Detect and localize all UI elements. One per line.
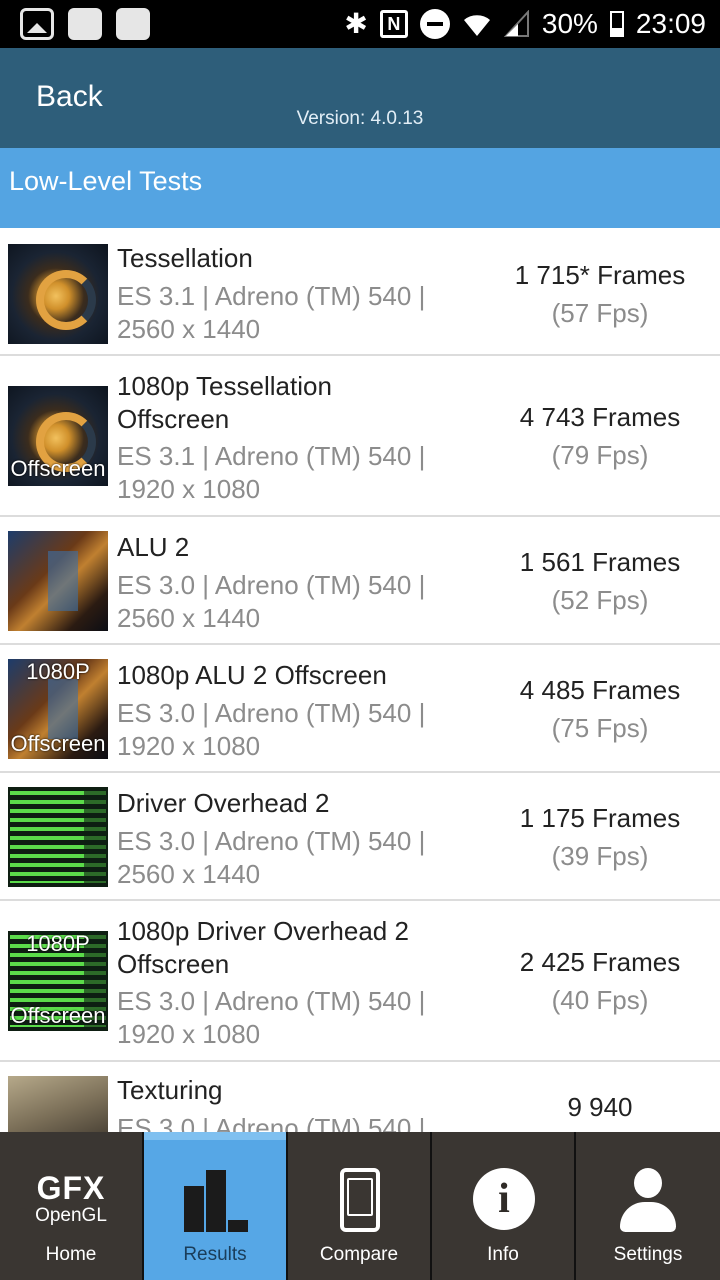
test-subtitle: ES 3.0 | Adreno (TM) 540 | 2560 x 1440	[117, 826, 426, 889]
test-thumbnail: 1080P Offscreen	[8, 931, 108, 1031]
test-score: 1 561 Frames (52 Fps)	[480, 543, 720, 619]
battery-percent: 30%	[541, 8, 598, 39]
test-score: 9 940	[480, 1088, 720, 1126]
image-icon	[20, 8, 54, 40]
frames-value: 1 175 Frames	[519, 803, 681, 833]
bottom-nav: GFX OpenGL Home Results Compare i Info S…	[0, 1132, 720, 1280]
frames-value: 9 940	[567, 1092, 633, 1122]
gfx-logo: GFX OpenGL	[0, 1172, 142, 1225]
notification-icon	[116, 8, 150, 40]
result-row[interactable]: 1080P Offscreen 1080p Driver Overhead 2 …	[0, 901, 720, 1062]
tab-results-label: Results	[183, 1244, 247, 1265]
section-title: Low-Level Tests	[9, 166, 203, 196]
phone-icon	[340, 1168, 380, 1232]
fps-value: (40 Fps)	[551, 985, 649, 1015]
test-subtitle: ES 3.1 | Adreno (TM) 540 | 1920 x 1080	[117, 441, 426, 504]
offscreen-badge: Offscreen	[10, 731, 106, 756]
frames-value: 2 425 Frames	[519, 947, 681, 977]
fps-value: (39 Fps)	[551, 841, 649, 871]
tab-home[interactable]: GFX OpenGL Home	[0, 1132, 144, 1280]
test-thumbnail: 1080P Offscreen	[8, 659, 108, 759]
app-header: Back Version: 4.0.13	[0, 48, 720, 148]
test-thumbnail	[8, 787, 108, 887]
test-subtitle: ES 3.0 | Adreno (TM) 540 | 1920 x 1080	[117, 698, 426, 761]
info-icon: i	[473, 1168, 535, 1230]
result-row[interactable]: Offscreen 1080p Tessellation Offscreen E…	[0, 356, 720, 517]
result-row[interactable]: ALU 2 ES 3.0 | Adreno (TM) 540 | 2560 x …	[0, 517, 720, 645]
test-thumbnail	[8, 531, 108, 631]
test-score: 2 425 Frames (40 Fps)	[480, 943, 720, 1019]
result-row[interactable]: Driver Overhead 2 ES 3.0 | Adreno (TM) 5…	[0, 773, 720, 901]
tab-settings-label: Settings	[613, 1244, 683, 1265]
user-icon	[620, 1168, 676, 1232]
resolution-badge: 1080P	[26, 931, 90, 956]
test-score: 1 715* Frames (57 Fps)	[480, 256, 720, 332]
tab-settings[interactable]: Settings	[576, 1132, 720, 1280]
results-list[interactable]: Tessellation ES 3.1 | Adreno (TM) 540 | …	[0, 228, 720, 1132]
test-title: ALU 2	[117, 532, 190, 562]
notification-icon	[68, 8, 102, 40]
tab-info-label: Info	[487, 1244, 519, 1265]
test-title: Driver Overhead 2	[117, 788, 330, 818]
result-row[interactable]: Texturing ES 3.0 | Adreno (TM) 540 | 9 9…	[0, 1062, 720, 1132]
result-row[interactable]: 1080P Offscreen 1080p ALU 2 Offscreen ES…	[0, 645, 720, 773]
gfx-logo-text: GFX	[36, 1170, 106, 1206]
status-right-icons: ✱ N 30% 23:09	[344, 6, 706, 42]
clock: 23:09	[635, 8, 706, 39]
test-subtitle: ES 3.0 | Adreno (TM) 540 |	[117, 1113, 426, 1132]
fps-value: (57 Fps)	[551, 298, 649, 328]
offscreen-badge: Offscreen	[10, 1003, 106, 1028]
test-title: 1080p ALU 2 Offscreen	[117, 660, 387, 690]
test-score: 4 485 Frames (75 Fps)	[480, 671, 720, 747]
tab-results[interactable]: Results	[144, 1132, 288, 1280]
test-title: Texturing	[117, 1075, 223, 1105]
tab-info[interactable]: i Info	[432, 1132, 576, 1280]
test-score: 4 743 Frames (79 Fps)	[480, 398, 720, 474]
test-title: Tessellation	[117, 243, 253, 273]
test-subtitle: ES 3.0 | Adreno (TM) 540 | 1920 x 1080	[117, 986, 426, 1049]
test-thumbnail	[8, 244, 108, 344]
section-header: Low-Level Tests	[0, 148, 720, 228]
frames-value: 4 743 Frames	[519, 402, 681, 432]
status-left-icons	[20, 8, 150, 40]
gfx-logo-subtext: OpenGL	[35, 1205, 107, 1226]
fps-value: (52 Fps)	[551, 585, 649, 615]
test-title: 1080p Tessellation Offscreen	[117, 371, 332, 434]
test-subtitle: ES 3.1 | Adreno (TM) 540 | 2560 x 1440	[117, 281, 426, 344]
bar-chart-icon	[184, 1170, 248, 1232]
nfc-icon: N	[379, 10, 408, 38]
test-thumbnail: Offscreen	[8, 386, 108, 486]
test-title: 1080p Driver Overhead 2 Offscreen	[117, 916, 409, 979]
tab-compare[interactable]: Compare	[288, 1132, 432, 1280]
offscreen-badge: Offscreen	[10, 456, 106, 481]
fps-value: (75 Fps)	[551, 713, 649, 743]
do-not-disturb-icon	[419, 9, 450, 39]
resolution-badge: 1080P	[26, 659, 90, 684]
frames-value: 1 715* Frames	[514, 260, 686, 290]
bluetooth-icon: ✱	[344, 8, 368, 39]
test-score: 1 175 Frames (39 Fps)	[480, 799, 720, 875]
test-thumbnail	[8, 1076, 108, 1132]
battery-icon	[609, 11, 624, 37]
fps-value: (79 Fps)	[551, 440, 649, 470]
tab-home-label: Home	[45, 1244, 97, 1265]
frames-value: 1 561 Frames	[519, 547, 681, 577]
tab-compare-label: Compare	[319, 1244, 399, 1265]
result-row[interactable]: Tessellation ES 3.1 | Adreno (TM) 540 | …	[0, 228, 720, 356]
version-label: Version: 4.0.13	[296, 108, 424, 129]
signal-icon	[503, 10, 529, 37]
test-subtitle: ES 3.0 | Adreno (TM) 540 | 2560 x 1440	[117, 570, 426, 633]
wifi-icon	[463, 15, 490, 37]
status-bar: ✱ N 30% 23:09	[0, 0, 720, 48]
frames-value: 4 485 Frames	[519, 675, 681, 705]
